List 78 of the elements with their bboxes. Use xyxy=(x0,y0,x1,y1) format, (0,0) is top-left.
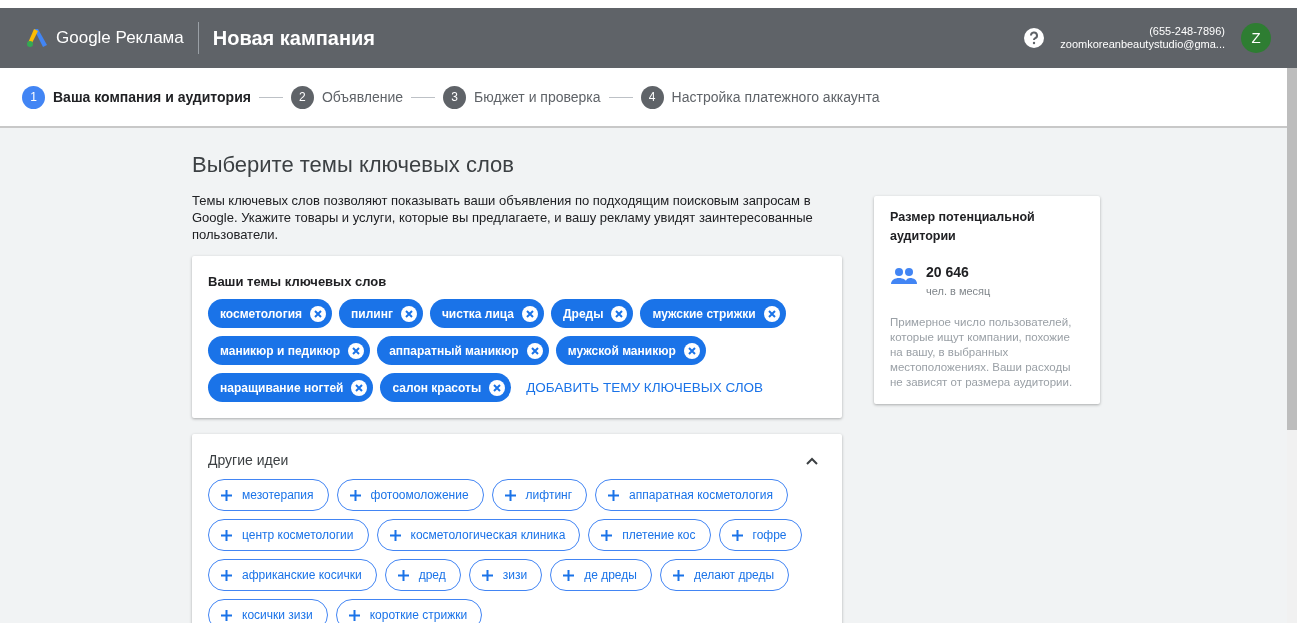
idea-chip[interactable]: гофре xyxy=(718,519,802,552)
keyword-chip[interactable]: Дреды xyxy=(551,299,634,329)
add-keyword-link[interactable]: ДОБАВИТЬ ТЕМУ КЛЮЧЕВЫХ СЛОВ xyxy=(518,377,764,398)
remove-icon[interactable] xyxy=(351,379,368,396)
idea-chip[interactable]: косметологическая клиника xyxy=(376,519,581,552)
collapse-chevron-icon[interactable] xyxy=(806,456,818,465)
scrollbar-thumb[interactable] xyxy=(1287,68,1297,430)
keyword-chip[interactable]: наращивание ногтей xyxy=(208,373,374,403)
remove-icon[interactable] xyxy=(310,305,326,322)
step-tab[interactable]: Бюджет и проверка xyxy=(474,86,601,108)
remove-icon[interactable] xyxy=(489,379,506,396)
step-number[interactable]: 2 xyxy=(290,85,314,109)
step-number[interactable]: 1 xyxy=(22,85,45,109)
card-title: Другие идеи xyxy=(208,451,289,471)
plus-icon xyxy=(481,569,493,581)
keyword-chip[interactable]: мужские стрижки xyxy=(640,299,786,329)
idea-chip[interactable]: африканские косички xyxy=(208,559,377,592)
card-title: Размер потенциальной аудитории xyxy=(890,209,1036,245)
audience-unit: чел. в месяц xyxy=(926,283,991,299)
plus-icon xyxy=(601,529,613,541)
logo-icon xyxy=(26,28,48,48)
plus-icon xyxy=(608,489,620,501)
account-avatar[interactable]: Z xyxy=(1241,23,1271,53)
idea-chip[interactable]: короткие стрижки xyxy=(335,599,483,623)
idea-chip[interactable]: де дреды xyxy=(550,559,652,592)
plus-icon xyxy=(221,609,232,621)
remove-icon[interactable] xyxy=(522,305,538,322)
remove-icon[interactable] xyxy=(763,305,780,322)
remove-icon[interactable] xyxy=(348,342,365,359)
plus-icon xyxy=(221,529,232,541)
keyword-chip[interactable]: косметология xyxy=(208,299,332,329)
keyword-chip[interactable]: салон красоты xyxy=(380,373,512,403)
step-tab[interactable]: Настройка платежного аккаунта xyxy=(671,86,880,108)
plus-icon xyxy=(672,569,684,581)
step-number[interactable]: 3 xyxy=(443,85,467,109)
plus-icon xyxy=(563,569,575,581)
plus-icon xyxy=(389,529,401,541)
plus-icon xyxy=(221,569,232,581)
audience-count: 20 646 xyxy=(926,262,970,282)
idea-chip[interactable]: мезотерапия xyxy=(208,479,329,512)
idea-chip[interactable]: зизи xyxy=(468,559,543,592)
section-description: Темы ключевых слов позволяют показывать ваши объявления по подходящим поисковым запросам в Google. Укажите товары и услуги, которые вы предлагаете, и вашу рекламу увидят заинтересованные пользователи. xyxy=(192,193,814,244)
remove-icon[interactable] xyxy=(526,342,543,359)
keyword-chip[interactable]: пилинг xyxy=(339,299,423,329)
section-heading: Выберите темы ключевых слов xyxy=(192,151,515,179)
audience-note: Примерное число пользователей, которые ищут компании, похожие на вашу, в выбранных местоположениях. Ваши расходы не зависят от размера аудитории. xyxy=(890,315,1074,390)
step-number[interactable]: 4 xyxy=(640,85,664,109)
help-icon[interactable] xyxy=(1024,28,1045,48)
idea-chip[interactable]: косички зизи xyxy=(208,599,328,623)
keyword-chip[interactable]: мужской маникюр xyxy=(555,336,706,366)
account-phone: (655-248-7896) xyxy=(1148,24,1225,38)
remove-icon[interactable] xyxy=(400,305,417,322)
account-email: zoomkoreanbeautystudio@gma... xyxy=(1060,38,1225,52)
people-icon xyxy=(890,265,918,286)
keyword-chip[interactable]: чистка лица xyxy=(429,299,544,329)
plus-icon xyxy=(397,569,409,581)
plus-icon xyxy=(221,489,232,501)
card-title: Ваши темы ключевых слов xyxy=(208,272,388,291)
keyword-chip[interactable]: маникюр и педикюр xyxy=(208,336,371,366)
page-title: Новая кампания xyxy=(212,26,375,51)
idea-chip[interactable]: лифтинг xyxy=(491,479,588,512)
remove-icon[interactable] xyxy=(683,342,700,359)
keyword-chip[interactable]: аппаратный маникюр xyxy=(377,336,549,366)
step-tab[interactable]: Объявление xyxy=(321,86,404,108)
plus-icon xyxy=(731,529,743,541)
idea-chip[interactable]: фотоомоложение xyxy=(336,479,484,512)
scrollbar[interactable] xyxy=(1287,68,1297,623)
remove-icon[interactable] xyxy=(611,305,628,322)
idea-chip[interactable]: центр косметологии xyxy=(208,519,369,552)
idea-chip[interactable]: плетение кос xyxy=(588,519,711,552)
plus-icon xyxy=(348,609,360,621)
plus-icon xyxy=(504,489,516,501)
plus-icon xyxy=(349,489,361,501)
idea-chip[interactable]: дред xyxy=(384,559,461,592)
product-name: Google Реклама xyxy=(56,27,184,50)
idea-chip[interactable]: аппаратная косметология xyxy=(595,479,788,512)
idea-chip[interactable]: делают дреды xyxy=(659,559,790,592)
step-tab[interactable]: Ваша компания и аудитория xyxy=(53,86,251,108)
